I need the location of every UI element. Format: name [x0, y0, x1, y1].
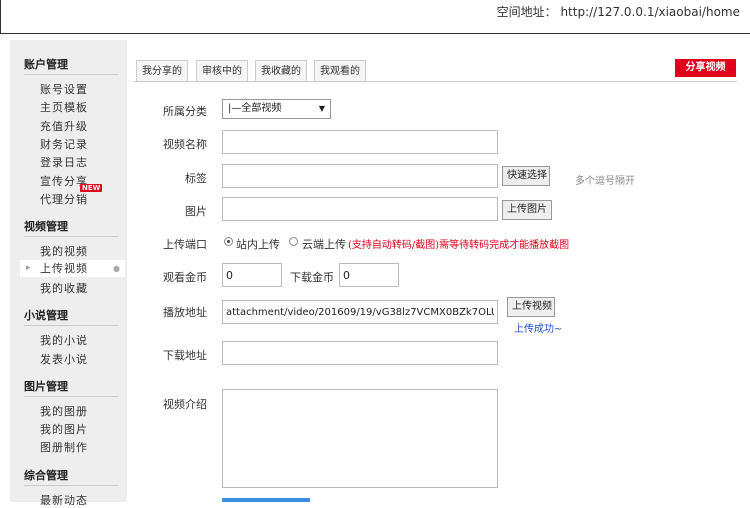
- sidebar-item-account-settings[interactable]: 账号设置: [40, 81, 88, 97]
- port-note: (支持自动转码/截图)需等待转码完成才能播放截图: [348, 240, 570, 251]
- sidebar-item-my-novels[interactable]: 我的小说: [40, 332, 88, 348]
- upload-image-button[interactable]: 上传图片: [502, 200, 552, 220]
- sidebar-divider: [24, 74, 118, 75]
- tags-input[interactable]: [222, 164, 498, 188]
- tab-my-shared[interactable]: 我分享的: [136, 60, 188, 82]
- space-address: 空间地址： http://127.0.0.1/xiaobai/home: [497, 3, 740, 20]
- category-label: 所属分类: [163, 105, 207, 118]
- video-intro-textarea[interactable]: [222, 389, 498, 488]
- sidebar-divider: [24, 236, 118, 237]
- cloud-upload-label: 云端上传: [302, 238, 346, 251]
- tabs-divider: [133, 81, 737, 82]
- sidebar-item-upload-video[interactable]: ▸ 上传视频 ●: [20, 260, 125, 277]
- sidebar-item-login-log[interactable]: 登录日志: [40, 154, 88, 170]
- sidebar-section-video: 视频管理: [24, 220, 68, 233]
- upload-success-text: 上传成功~: [514, 324, 563, 335]
- triangle-down-icon: ▼: [318, 104, 325, 113]
- sidebar-section-novel: 小说管理: [24, 309, 68, 322]
- sidebar-item-my-images[interactable]: 我的图片: [40, 421, 88, 437]
- sidebar-section-general: 综合管理: [24, 469, 68, 482]
- download-coin-input[interactable]: [339, 263, 399, 287]
- sidebar-item-agent[interactable]: 代理分销: [40, 191, 88, 207]
- sidebar-item-finance[interactable]: 财务记录: [40, 136, 88, 152]
- upload-port-label: 上传端口: [163, 238, 207, 251]
- download-url-input[interactable]: [222, 341, 498, 365]
- download-url-label: 下载地址: [163, 349, 207, 362]
- sidebar-item-my-videos[interactable]: 我的视频: [40, 243, 88, 259]
- sidebar-item-publish-novel[interactable]: 发表小说: [40, 351, 88, 367]
- left-edge-line: [0, 0, 1, 33]
- video-name-label: 视频名称: [163, 138, 207, 151]
- image-input[interactable]: [222, 197, 498, 221]
- share-video-button[interactable]: 分享视频: [675, 59, 736, 77]
- quick-select-button[interactable]: 快速选择: [502, 166, 550, 186]
- dot-icon: ●: [113, 264, 121, 273]
- category-select-value: |—全部视频: [228, 103, 282, 114]
- tags-hint: 多个逗号隔开: [575, 176, 635, 187]
- play-url-input[interactable]: [222, 300, 498, 324]
- sidebar-section-account: 账户管理: [24, 58, 68, 71]
- radio-local-upload[interactable]: [224, 237, 233, 246]
- sidebar-item-my-albums[interactable]: 我的图册: [40, 403, 88, 419]
- sidebar-section-image: 图片管理: [24, 380, 68, 393]
- sidebar-item-label: 上传视频: [40, 262, 88, 275]
- view-coin-input[interactable]: [222, 263, 282, 287]
- space-address-url[interactable]: http://127.0.0.1/xiaobai/home: [560, 5, 740, 19]
- sidebar-item-recharge[interactable]: 充值升级: [40, 118, 88, 134]
- submit-button[interactable]: [222, 498, 310, 502]
- tab-my-favorites[interactable]: 我收藏的: [255, 60, 307, 82]
- image-label: 图片: [185, 205, 207, 218]
- video-name-input[interactable]: [222, 130, 498, 154]
- sidebar-item-create-album[interactable]: 图册制作: [40, 439, 88, 455]
- sidebar: 账户管理 账号设置 主页模板 充值升级 财务记录 登录日志 宣传分享 代理分销 …: [10, 40, 127, 507]
- space-address-label: 空间地址：: [496, 5, 557, 19]
- tab-my-watched[interactable]: 我观看的: [314, 60, 366, 82]
- view-coin-label: 观看金币: [163, 271, 207, 284]
- sidebar-divider: [24, 485, 118, 486]
- top-bar: 空间地址： http://127.0.0.1/xiaobai/home: [0, 0, 750, 33]
- new-badge: NEW: [80, 184, 103, 192]
- tab-under-review[interactable]: 审核中的: [196, 60, 248, 82]
- tags-label: 标签: [185, 172, 207, 185]
- play-url-label: 播放地址: [163, 306, 207, 319]
- category-select[interactable]: |—全部视频 ▼: [222, 99, 331, 119]
- download-coin-label: 下载金币: [290, 271, 334, 284]
- sidebar-item-my-favorites[interactable]: 我的收藏: [40, 280, 88, 296]
- sidebar-item-latest-news[interactable]: 最新动态: [40, 492, 88, 508]
- upload-video-button[interactable]: 上传视频: [507, 297, 555, 317]
- local-upload-label: 站内上传: [236, 238, 280, 251]
- sidebar-divider: [24, 396, 118, 397]
- caret-right-icon: ▸: [26, 263, 32, 273]
- video-intro-label: 视频介绍: [163, 398, 207, 411]
- sidebar-divider: [24, 325, 118, 326]
- sidebar-item-home-template[interactable]: 主页模板: [40, 99, 88, 115]
- top-divider: [0, 33, 750, 34]
- radio-cloud-upload[interactable]: [289, 237, 298, 246]
